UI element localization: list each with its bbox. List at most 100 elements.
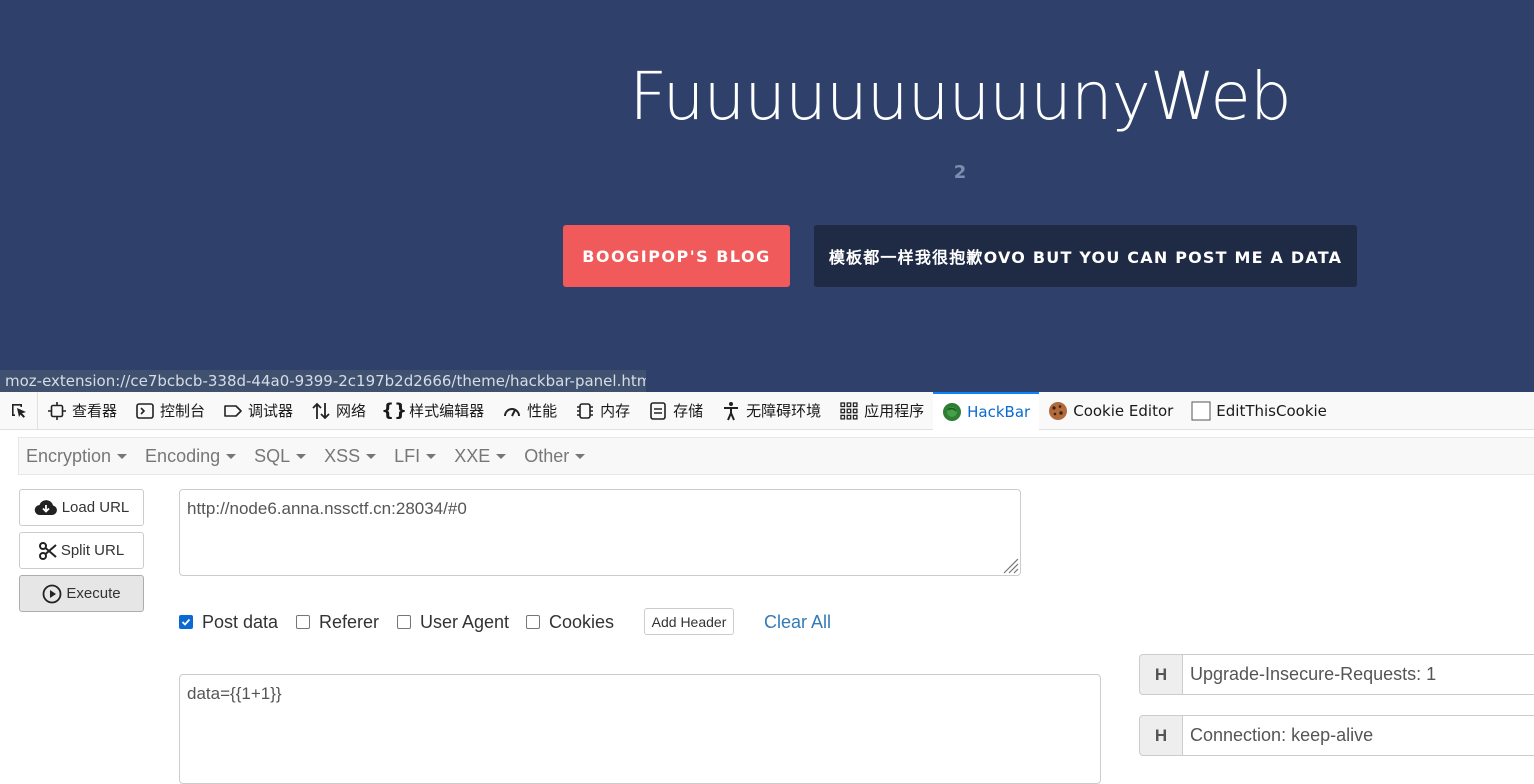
post-data-checkbox[interactable]	[179, 615, 193, 629]
menu-label: Encoding	[145, 445, 221, 466]
post-data-button[interactable]: 模板都一样我很抱歉OVO BUT YOU CAN POST ME A DATA	[814, 225, 1357, 287]
inspector-icon	[47, 401, 67, 421]
post-data-option[interactable]: Post data	[179, 610, 278, 634]
application-icon	[839, 401, 859, 421]
clear-all-link[interactable]: Clear All	[764, 610, 831, 634]
page-subtitle: 2	[953, 162, 967, 183]
caret-down-icon	[226, 454, 237, 460]
menu-lfi[interactable]: LFI	[387, 446, 443, 467]
tab-cookie-editor[interactable]: Cookie Editor	[1039, 392, 1182, 430]
cookies-option[interactable]: Cookies	[526, 610, 614, 634]
split-url-button[interactable]: Split URL	[19, 532, 144, 569]
menu-label: XXE	[454, 445, 491, 466]
accessibility-icon	[721, 401, 741, 421]
caret-down-icon	[366, 454, 377, 460]
tab-label: 应用程序	[864, 402, 925, 420]
load-url-label: Load URL	[61, 499, 130, 516]
scissors-icon	[38, 541, 57, 560]
tab-performance[interactable]: 性能	[493, 392, 566, 430]
execute-button[interactable]: Execute	[19, 575, 144, 612]
add-header-button[interactable]: Add Header	[644, 608, 734, 635]
menu-encryption[interactable]: Encryption	[19, 446, 134, 467]
tab-label: 存储	[673, 402, 704, 420]
menu-xxe[interactable]: XXE	[447, 446, 513, 467]
user-agent-option[interactable]: User Agent	[397, 610, 509, 634]
menu-label: XSS	[324, 445, 361, 466]
caret-down-icon	[426, 454, 437, 460]
console-icon	[135, 401, 155, 421]
page-hero: FuuuuuuuuuunyWeb 2 BOOGIPOP'S BLOG 模板都一样…	[0, 0, 1534, 392]
editthiscookie-icon	[1191, 401, 1211, 421]
debugger-icon	[223, 401, 243, 421]
user-agent-checkbox[interactable]	[397, 615, 411, 629]
tab-accessibility[interactable]: 无障碍环境	[712, 392, 830, 430]
header-toggle-button[interactable]: H	[1139, 715, 1183, 756]
network-icon	[311, 401, 331, 421]
tab-label: 内存	[600, 402, 631, 420]
tab-memory[interactable]: 内存	[566, 392, 639, 430]
page-title: FuuuuuuuuuunyWeb	[629, 58, 1291, 135]
header-value-input[interactable]: Connection: keep-alive	[1183, 715, 1534, 756]
menu-label: Other	[524, 445, 570, 466]
status-bar-url: moz-extension://ce7bcbcb-338d-44a0-9399-…	[0, 370, 646, 392]
tab-hackbar[interactable]: HackBar	[933, 391, 1040, 430]
url-input[interactable]: http://node6.anna.nssctf.cn:28034/#0	[179, 489, 1021, 576]
cookies-checkbox[interactable]	[526, 615, 540, 629]
referer-checkbox[interactable]	[296, 615, 310, 629]
tab-editthiscookie[interactable]: EditThisCookie	[1182, 392, 1336, 430]
tab-style-editor[interactable]: {} 样式编辑器	[375, 392, 493, 430]
load-url-button[interactable]: Load URL	[19, 489, 144, 526]
header-row: H Upgrade-Insecure-Requests: 1	[1139, 654, 1534, 695]
cookies-label: Cookies	[549, 611, 615, 632]
caret-down-icon	[117, 454, 128, 460]
menu-sql[interactable]: SQL	[247, 446, 313, 467]
menu-label: Encryption	[26, 445, 112, 466]
header-row: H Connection: keep-alive	[1139, 715, 1534, 756]
tab-network[interactable]: 网络	[302, 392, 375, 430]
storage-icon	[648, 401, 668, 421]
header-toggle-button[interactable]: H	[1139, 654, 1183, 695]
user-agent-label: User Agent	[420, 611, 510, 632]
tab-label: 性能	[527, 402, 558, 420]
resize-grip-icon[interactable]	[1001, 556, 1019, 574]
tab-label: 控制台	[160, 402, 206, 420]
post-data-input[interactable]: data={{1+1}}	[179, 674, 1101, 784]
post-data-label: Post data	[202, 611, 279, 632]
tab-label: 样式编辑器	[409, 402, 485, 420]
caret-down-icon	[296, 454, 307, 460]
referer-label: Referer	[319, 611, 380, 632]
tab-inspector[interactable]: 查看器	[38, 392, 126, 430]
tab-label: HackBar	[967, 402, 1031, 421]
menu-other[interactable]: Other	[517, 446, 592, 467]
menu-label: SQL	[254, 445, 291, 466]
tab-debugger[interactable]: 调试器	[214, 392, 302, 430]
menu-xss[interactable]: XSS	[317, 446, 383, 467]
header-value-input[interactable]: Upgrade-Insecure-Requests: 1	[1183, 654, 1534, 695]
referer-option[interactable]: Referer	[296, 610, 379, 634]
tab-label: EditThisCookie	[1216, 401, 1327, 420]
tab-label: 无障碍环境	[746, 402, 822, 420]
tab-label: Cookie Editor	[1073, 401, 1174, 420]
menu-label: LFI	[394, 445, 421, 466]
cloud-download-icon	[34, 499, 58, 517]
play-circle-icon	[42, 584, 62, 604]
checkmark-icon	[181, 618, 191, 626]
hackbar-menu-bar: Encryption Encoding SQL XSS LFI XXE Othe…	[18, 437, 1534, 475]
tab-storage[interactable]: 存储	[639, 392, 712, 430]
tab-application[interactable]: 应用程序	[830, 392, 933, 430]
devtools-toolbar: 查看器 控制台 调试器 网络 {} 样式编辑器 性能 内存 存储 无障碍环境 应…	[0, 391, 1534, 430]
cookie-icon	[1048, 401, 1068, 421]
style-editor-icon: {}	[381, 400, 407, 421]
execute-label: Execute	[66, 585, 121, 602]
split-url-label: Split URL	[60, 542, 125, 559]
caret-down-icon	[496, 454, 507, 460]
menu-encoding[interactable]: Encoding	[138, 446, 243, 467]
blog-button[interactable]: BOOGIPOP'S BLOG	[563, 225, 790, 287]
hackbar-icon	[942, 402, 962, 422]
tab-console[interactable]: 控制台	[126, 392, 214, 430]
tab-label: 调试器	[248, 402, 294, 420]
element-picker-icon	[11, 403, 26, 418]
element-picker-button[interactable]	[0, 391, 38, 430]
memory-icon	[575, 401, 595, 421]
tab-label: 网络	[336, 402, 367, 420]
